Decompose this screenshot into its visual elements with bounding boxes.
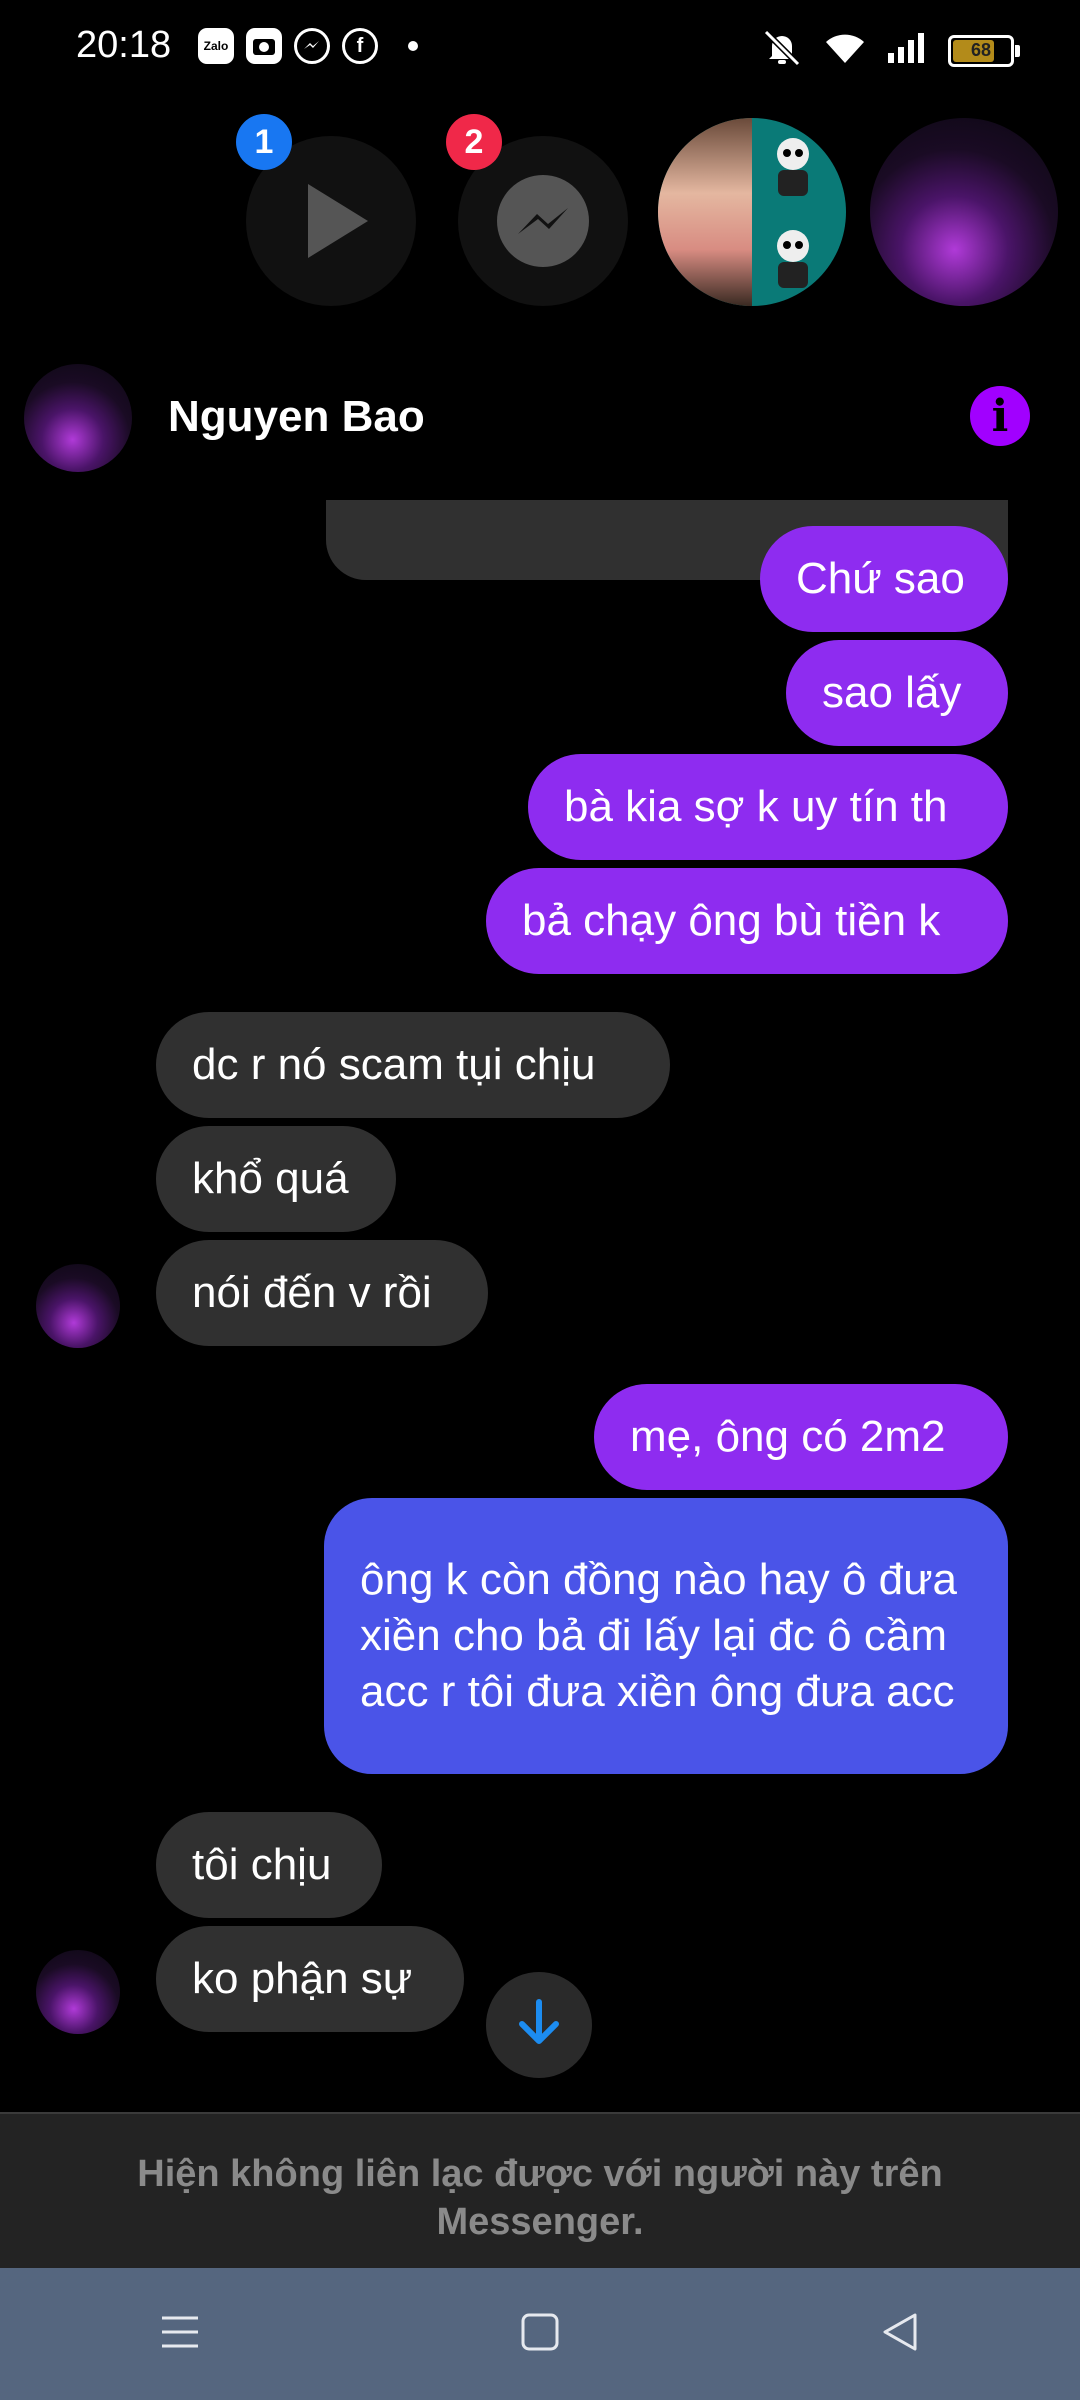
- wifi-icon: [824, 30, 866, 71]
- sender-avatar[interactable]: [36, 1950, 120, 2034]
- back-triangle-icon: [879, 2311, 921, 2358]
- sender-avatar[interactable]: [36, 1264, 120, 1348]
- mute-icon: [760, 28, 804, 73]
- unavailable-notice-bar: Hiện không liên lạc được với người này t…: [0, 2112, 1080, 2268]
- info-icon[interactable]: i: [970, 386, 1030, 446]
- group-chat-head-avatar[interactable]: [658, 118, 846, 306]
- facebook-icon: f: [342, 28, 378, 64]
- messenger-icon: [294, 28, 330, 64]
- message-bubble-outgoing[interactable]: sao lấy: [786, 640, 1008, 746]
- message-bubble-incoming[interactable]: tôi chịu: [156, 1812, 382, 1918]
- menu-icon: [158, 2312, 202, 2357]
- signal-icon: [886, 31, 928, 70]
- battery-level: 68: [970, 40, 992, 60]
- message-bubble-outgoing[interactable]: bà kia sợ k uy tín th: [528, 754, 1008, 860]
- message-bubble-incoming[interactable]: dc r nó scam tụi chịu: [156, 1012, 670, 1118]
- badge-count: 2: [446, 114, 502, 170]
- unavailable-notice-text: Hiện không liên lạc được với người này t…: [137, 2153, 943, 2243]
- chat-heads-bar: 1 2: [0, 96, 1080, 326]
- more-notifications-dot: [408, 41, 418, 51]
- notification-icons: Zalo f: [198, 28, 418, 64]
- message-bubble-incoming[interactable]: khổ quá: [156, 1126, 396, 1232]
- status-time: 20:18: [76, 24, 172, 66]
- back-button[interactable]: [840, 2274, 960, 2394]
- scroll-to-bottom-button[interactable]: [486, 1972, 592, 2078]
- recent-apps-button[interactable]: [120, 2274, 240, 2394]
- message-bubble-outgoing[interactable]: Chứ sao: [760, 526, 1008, 632]
- message-bubble-incoming[interactable]: nói đến v rồi: [156, 1240, 488, 1346]
- contact-avatar[interactable]: [24, 364, 132, 472]
- contact-name[interactable]: Nguyen Bao: [168, 392, 425, 442]
- home-button[interactable]: [480, 2274, 600, 2394]
- contact-chat-head-avatar[interactable]: [870, 118, 1058, 306]
- zalo-icon: Zalo: [198, 28, 234, 64]
- status-bar: 20:18 Zalo f 68: [0, 0, 1080, 96]
- skeleton-sticker-icon: [758, 224, 828, 294]
- message-bubble-outgoing[interactable]: mẹ, ông có 2m2: [594, 1384, 1008, 1490]
- message-bubble-outgoing[interactable]: bả chạy ông bù tiền k: [486, 868, 1008, 974]
- badge-count: 1: [236, 114, 292, 170]
- system-icons: 68: [760, 28, 1020, 73]
- person-photo: [658, 118, 752, 306]
- message-bubble-outgoing[interactable]: ông k còn đồng nào hay ô đưa xiền cho bả…: [324, 1498, 1008, 1774]
- battery-indicator: 68: [948, 34, 1020, 67]
- camera-app-icon: [246, 28, 282, 64]
- message-bubble-incoming[interactable]: ko phận sự: [156, 1926, 464, 2032]
- home-square-icon: [519, 2311, 561, 2358]
- chat-header: Nguyen Bao i: [0, 330, 1080, 500]
- skeleton-sticker-icon: [758, 132, 828, 202]
- arrow-down-icon: [516, 1998, 562, 2053]
- system-navigation-bar: [0, 2268, 1080, 2400]
